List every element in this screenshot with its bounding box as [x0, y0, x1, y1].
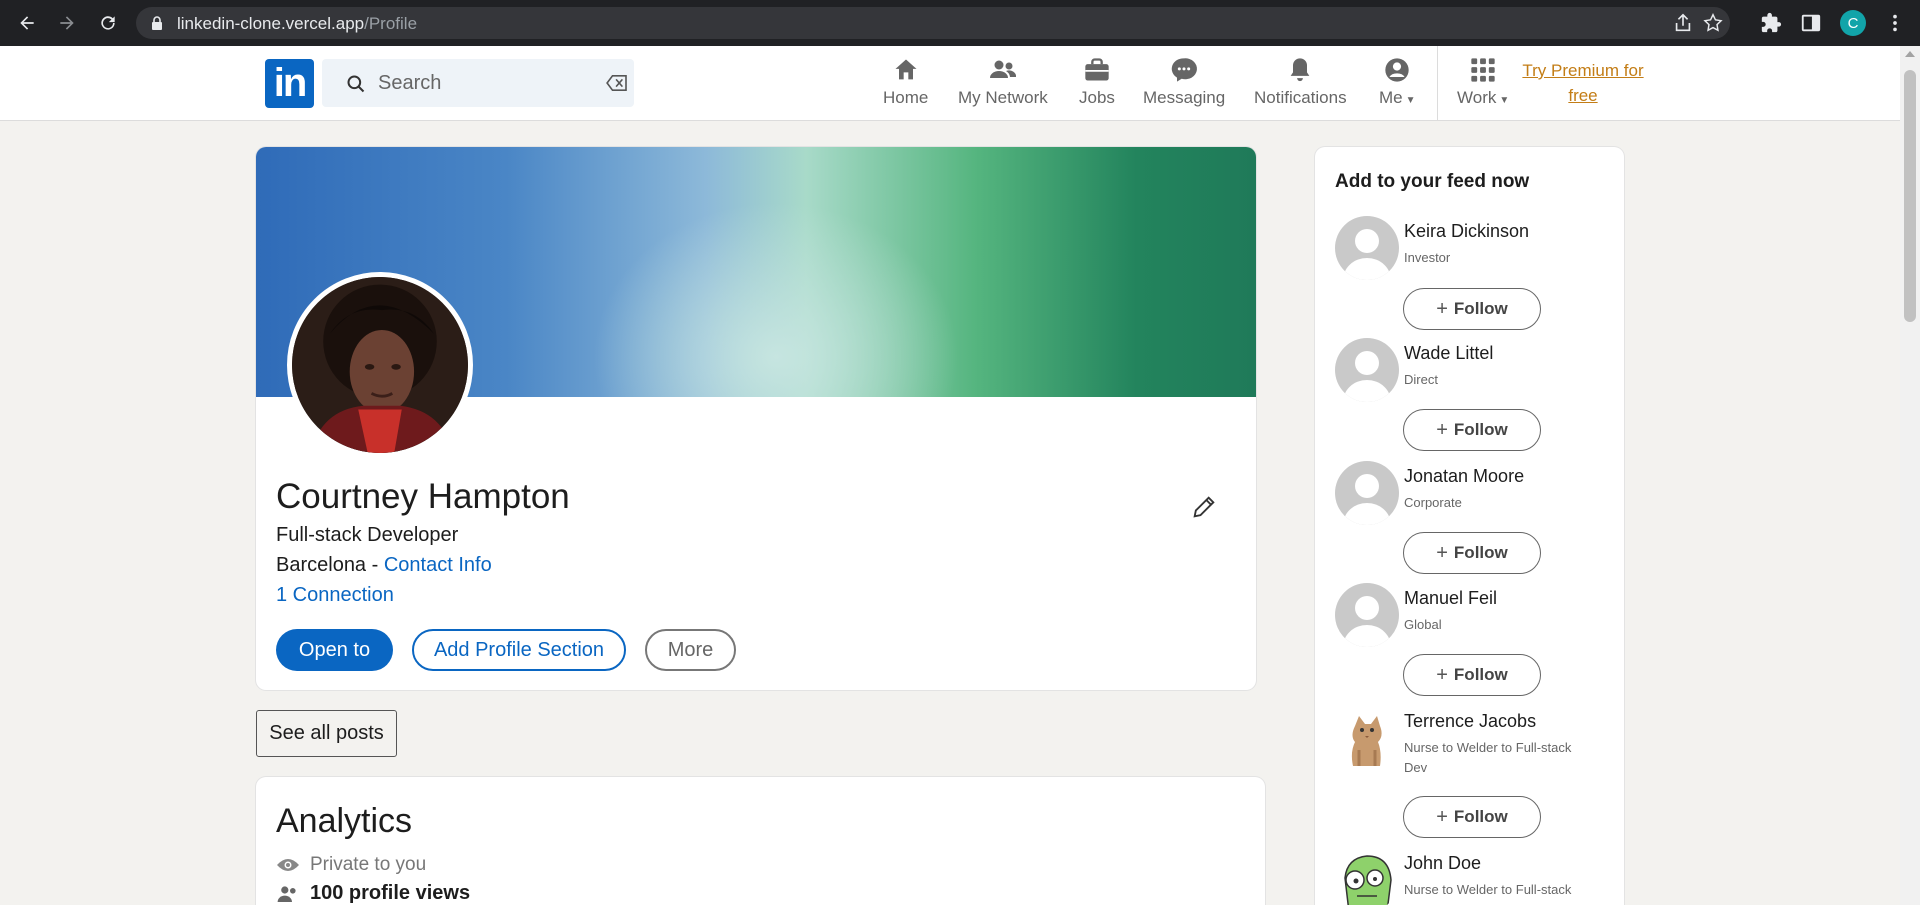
nav-my-network[interactable]: My Network: [958, 56, 1048, 108]
network-icon: [989, 60, 1016, 78]
nav-messaging[interactable]: Messaging: [1143, 56, 1225, 108]
scroll-up-arrow-icon[interactable]: [1905, 51, 1915, 57]
people-icon: [277, 885, 296, 902]
default-avatar-icon: [1335, 583, 1399, 647]
eye-icon: [277, 859, 299, 871]
user-circle-icon: [1385, 58, 1409, 82]
browser-profile-avatar[interactable]: C: [1840, 10, 1866, 36]
profile-location: Barcelona - Contact Info: [276, 554, 492, 576]
briefcase-icon: [1085, 58, 1109, 81]
nav-me[interactable]: Me ▼: [1379, 56, 1416, 108]
plus-icon: +: [1436, 297, 1448, 320]
add-profile-section-button[interactable]: Add Profile Section: [412, 629, 626, 671]
pencil-icon[interactable]: [1190, 493, 1218, 521]
more-button[interactable]: More: [645, 629, 736, 671]
header-divider: [1437, 46, 1438, 121]
nav-notifications[interactable]: Notifications: [1254, 56, 1347, 108]
kebab-menu-icon[interactable]: [1884, 12, 1906, 34]
url-text: linkedin-clone.vercel.app/Profile: [177, 14, 418, 33]
messaging-icon: [1171, 58, 1198, 82]
analytics-title: Analytics: [276, 802, 413, 840]
scrollbar-thumb[interactable]: [1904, 70, 1916, 322]
plus-icon: +: [1436, 805, 1448, 828]
star-icon[interactable]: [1702, 12, 1724, 34]
profile-card: Courtney Hampton Full-stack Developer Ba…: [256, 147, 1256, 690]
back-arrow-icon[interactable]: [15, 11, 39, 35]
address-bar[interactable]: linkedin-clone.vercel.app/Profile: [136, 7, 1730, 39]
follow-button[interactable]: + Follow: [1403, 409, 1541, 451]
nav-jobs[interactable]: Jobs: [1079, 56, 1115, 108]
home-icon: [895, 59, 917, 80]
plus-icon: +: [1436, 663, 1448, 686]
extensions-icon[interactable]: [1760, 12, 1782, 34]
grid-icon: [1471, 58, 1495, 82]
open-to-button[interactable]: Open to: [276, 629, 393, 671]
profile-photo[interactable]: [287, 272, 473, 458]
chevron-down-icon: ▼: [1499, 95, 1510, 106]
chevron-down-icon: ▼: [1405, 95, 1416, 106]
feed-title: Add to your feed now: [1335, 171, 1530, 192]
clear-search-icon[interactable]: [606, 74, 628, 92]
default-avatar-icon: [1335, 338, 1399, 402]
search-input[interactable]: [378, 68, 598, 98]
nav-work[interactable]: Work ▼: [1457, 56, 1509, 108]
feed-suggestions-card: Add to your feed now Keira Dickinson Inv…: [1315, 147, 1624, 905]
browser-toolbar: linkedin-clone.vercel.app/Profile C: [0, 0, 1920, 46]
contact-info-link[interactable]: Contact Info: [384, 554, 492, 576]
default-avatar-icon: [1335, 461, 1399, 525]
profile-name: Courtney Hampton: [276, 477, 570, 516]
page-scrollbar[interactable]: [1900, 46, 1920, 905]
follow-button[interactable]: + Follow: [1403, 288, 1541, 330]
see-all-posts-button[interactable]: See all posts: [256, 710, 397, 757]
try-premium-link[interactable]: Try Premium for free: [1520, 58, 1646, 108]
follow-button[interactable]: + Follow: [1403, 796, 1541, 838]
lock-icon: [152, 16, 162, 30]
default-avatar-icon: [1335, 216, 1399, 280]
follow-button[interactable]: + Follow: [1403, 654, 1541, 696]
analytics-card: Analytics Private to you 100 profile vie…: [256, 777, 1265, 905]
follow-button[interactable]: + Follow: [1403, 532, 1541, 574]
profile-views[interactable]: 100 profile views: [276, 882, 470, 905]
search-box[interactable]: [322, 59, 634, 107]
plus-icon: +: [1436, 541, 1448, 564]
bell-icon: [1290, 58, 1310, 82]
nav-home[interactable]: Home: [883, 56, 928, 108]
robot-avatar-icon: [1335, 848, 1399, 905]
site-header: in Home My Network Jobs Messaging Notifi…: [0, 46, 1900, 121]
reload-icon[interactable]: [96, 11, 120, 35]
linkedin-logo[interactable]: in: [265, 59, 314, 108]
search-icon: [347, 75, 365, 93]
connections-link[interactable]: 1 Connection: [276, 584, 394, 607]
share-icon[interactable]: [1672, 12, 1694, 34]
forward-arrow-icon[interactable]: [55, 11, 79, 35]
profile-headline: Full-stack Developer: [276, 524, 459, 546]
cat-avatar-icon: [1335, 706, 1399, 770]
plus-icon: +: [1436, 418, 1448, 441]
private-note: Private to you: [276, 854, 426, 876]
side-panel-icon[interactable]: [1800, 12, 1822, 34]
